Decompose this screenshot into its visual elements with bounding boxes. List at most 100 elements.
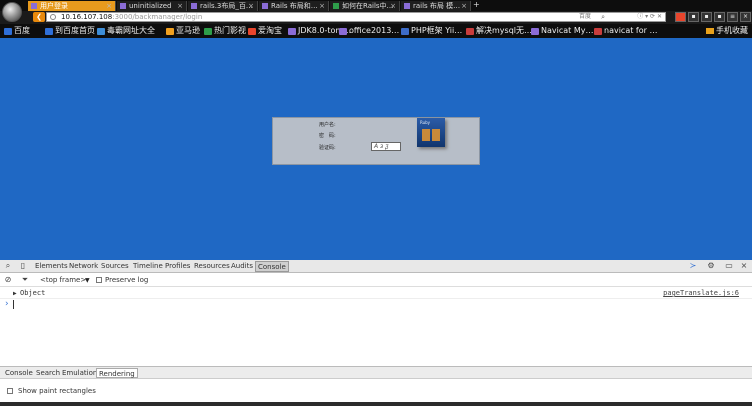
- search-engine-label[interactable]: 百度: [579, 13, 591, 21]
- tab-audits[interactable]: Audits: [231, 261, 253, 272]
- drawer-tab-console[interactable]: Console: [5, 368, 33, 378]
- tab-resources[interactable]: Resources: [194, 261, 230, 272]
- tab-label: 用户登录: [40, 2, 68, 10]
- maximize-icon[interactable]: ▪: [714, 12, 725, 22]
- log-object[interactable]: Object: [20, 288, 45, 299]
- tab-close-icon[interactable]: ×: [461, 1, 467, 11]
- mobile-bookmarks[interactable]: 手机收藏: [706, 25, 748, 37]
- bookmark-label: PHP框架 Yii…: [411, 26, 463, 35]
- tab-network[interactable]: Network: [69, 261, 98, 272]
- bookmark-item[interactable]: office2013…: [339, 25, 399, 37]
- bookmark-item[interactable]: Navicat My…: [531, 25, 593, 37]
- tab-close-icon[interactable]: ×: [106, 1, 112, 11]
- captcha-image[interactable]: A ɜ ᶚ: [371, 142, 401, 151]
- bookmark-item[interactable]: 解决mysql无…: [466, 25, 532, 37]
- show-paint-checkbox[interactable]: [7, 388, 13, 394]
- password-label: 密 码:: [319, 133, 336, 139]
- url-host: 10.16.107.108: [61, 13, 113, 21]
- drawer-tab-search[interactable]: Search: [36, 368, 60, 378]
- tab-close-icon[interactable]: ×: [390, 1, 396, 11]
- tab-rails-layout[interactable]: Rails 布局和… ×: [259, 1, 329, 11]
- chevron-down-icon[interactable]: ▼: [85, 275, 90, 286]
- expand-triangle-icon[interactable]: ▶: [13, 288, 17, 299]
- devtools-toolbar: ⌕ ▯ Elements Network Sources Timeline Pr…: [0, 260, 752, 273]
- bookmark-label: Navicat My…: [541, 26, 594, 35]
- tab-label: rails 布局 模…: [413, 2, 461, 10]
- logo-bar: [422, 129, 430, 141]
- drawer-toggle-icon[interactable]: ≻: [688, 261, 698, 271]
- tab-rails-howto[interactable]: 如何在Rails中… ×: [330, 1, 400, 11]
- bookmark-favicon-icon: [594, 28, 602, 35]
- bookmark-favicon-icon: [531, 28, 539, 35]
- bookmark-favicon-icon: [166, 28, 174, 35]
- search-icon[interactable]: ⌕: [601, 13, 605, 21]
- tab-console[interactable]: Console: [255, 261, 289, 272]
- bookmark-favicon-icon: [97, 28, 105, 35]
- bookmark-favicon-icon: [339, 28, 347, 35]
- tab-close-icon[interactable]: ×: [319, 1, 325, 11]
- tab-timeline[interactable]: Timeline: [133, 261, 163, 272]
- inspect-icon[interactable]: ⌕: [3, 261, 13, 271]
- page-favicon-icon: [404, 3, 410, 9]
- restore-icon[interactable]: ▪: [701, 12, 712, 22]
- bookmark-favicon-icon: [4, 28, 12, 35]
- bookmark-favicon-icon: [466, 28, 474, 35]
- filter-icon[interactable]: ⏷: [20, 275, 30, 285]
- logo-bar: [432, 129, 440, 141]
- frame-selector[interactable]: <top frame>: [40, 275, 86, 286]
- tab-label: rails.3布局_百…: [200, 2, 253, 10]
- tab-elements[interactable]: Elements: [35, 261, 68, 272]
- username-label: 用户名:: [319, 122, 336, 128]
- bookmark-label: 爱淘宝: [258, 26, 282, 35]
- tab-rails-template[interactable]: rails 布局 模… ×: [401, 1, 471, 11]
- bookmark-item[interactable]: 百度: [4, 25, 30, 37]
- console-input-caret[interactable]: [13, 300, 14, 309]
- bookmark-favicon-icon: [288, 28, 296, 35]
- console-message: ▶ Object pageTranslate.js:6: [0, 288, 752, 299]
- menu-icon[interactable]: ≡: [727, 12, 738, 22]
- back-button[interactable]: ❮: [33, 12, 45, 22]
- preserve-log-checkbox[interactable]: [96, 277, 102, 283]
- page-info-icon[interactable]: [50, 14, 56, 20]
- device-mode-icon[interactable]: ▯: [18, 261, 28, 271]
- new-tab-button[interactable]: +: [473, 0, 480, 9]
- page-favicon-icon: [31, 3, 37, 9]
- url-controls[interactable]: ⓘ ▾ ⟳ ✕: [637, 13, 662, 21]
- page-favicon-icon: [191, 3, 197, 9]
- extension-icon[interactable]: [675, 12, 686, 22]
- bookmark-item[interactable]: navicat for …: [594, 25, 657, 37]
- drawer-tab-rendering[interactable]: Rendering: [96, 368, 138, 378]
- close-icon[interactable]: ×: [740, 12, 751, 22]
- browser-logo-icon[interactable]: [2, 2, 22, 22]
- bookmark-label: 热门影视: [214, 26, 246, 35]
- url-field[interactable]: 10.16.107.108:3000/backmanager/login 百度 …: [46, 12, 666, 22]
- bookmark-item[interactable]: PHP框架 Yii…: [401, 25, 462, 37]
- bookmark-item[interactable]: 热门影视: [204, 25, 246, 37]
- bookmark-favicon-icon: [204, 28, 212, 35]
- tab-profiles[interactable]: Profiles: [165, 261, 190, 272]
- close-devtools-icon[interactable]: ×: [739, 261, 749, 271]
- page-viewport: 用户名: 密 码: 验证码: A ɜ ᶚ Ruby: [0, 38, 752, 260]
- os-taskbar: [0, 402, 752, 406]
- tab-uninitialized[interactable]: uninitialized ×: [117, 1, 187, 11]
- tab-close-icon[interactable]: ×: [248, 1, 254, 11]
- bookmark-item[interactable]: 亚马逊: [166, 25, 200, 37]
- clear-console-icon[interactable]: ⊘: [3, 275, 13, 285]
- log-source-link[interactable]: pageTranslate.js:6: [663, 288, 739, 299]
- gear-icon[interactable]: ⚙: [706, 261, 716, 271]
- tab-sources[interactable]: Sources: [101, 261, 129, 272]
- bookmark-item[interactable]: 爱淘宝: [248, 25, 282, 37]
- bookmark-item[interactable]: 毒霸网址大全: [97, 25, 155, 37]
- console-prompt: ›: [5, 299, 9, 309]
- url-path: :3000/backmanager/login: [112, 13, 203, 21]
- preserve-log-label: Preserve log: [105, 276, 149, 284]
- mobile-bookmarks-label: 手机收藏: [716, 26, 748, 35]
- drawer-tab-emulation[interactable]: Emulation: [62, 368, 97, 378]
- dock-icon[interactable]: ▭: [724, 261, 734, 271]
- minimize-icon[interactable]: ▪: [688, 12, 699, 22]
- tab-login[interactable]: 用户登录 ×: [28, 1, 116, 11]
- tab-close-icon[interactable]: ×: [177, 1, 183, 11]
- bookmark-item[interactable]: 到百度首页: [45, 25, 95, 37]
- bookmark-label: 亚马逊: [176, 26, 200, 35]
- tab-rails3-layout[interactable]: rails.3布局_百… ×: [188, 1, 258, 11]
